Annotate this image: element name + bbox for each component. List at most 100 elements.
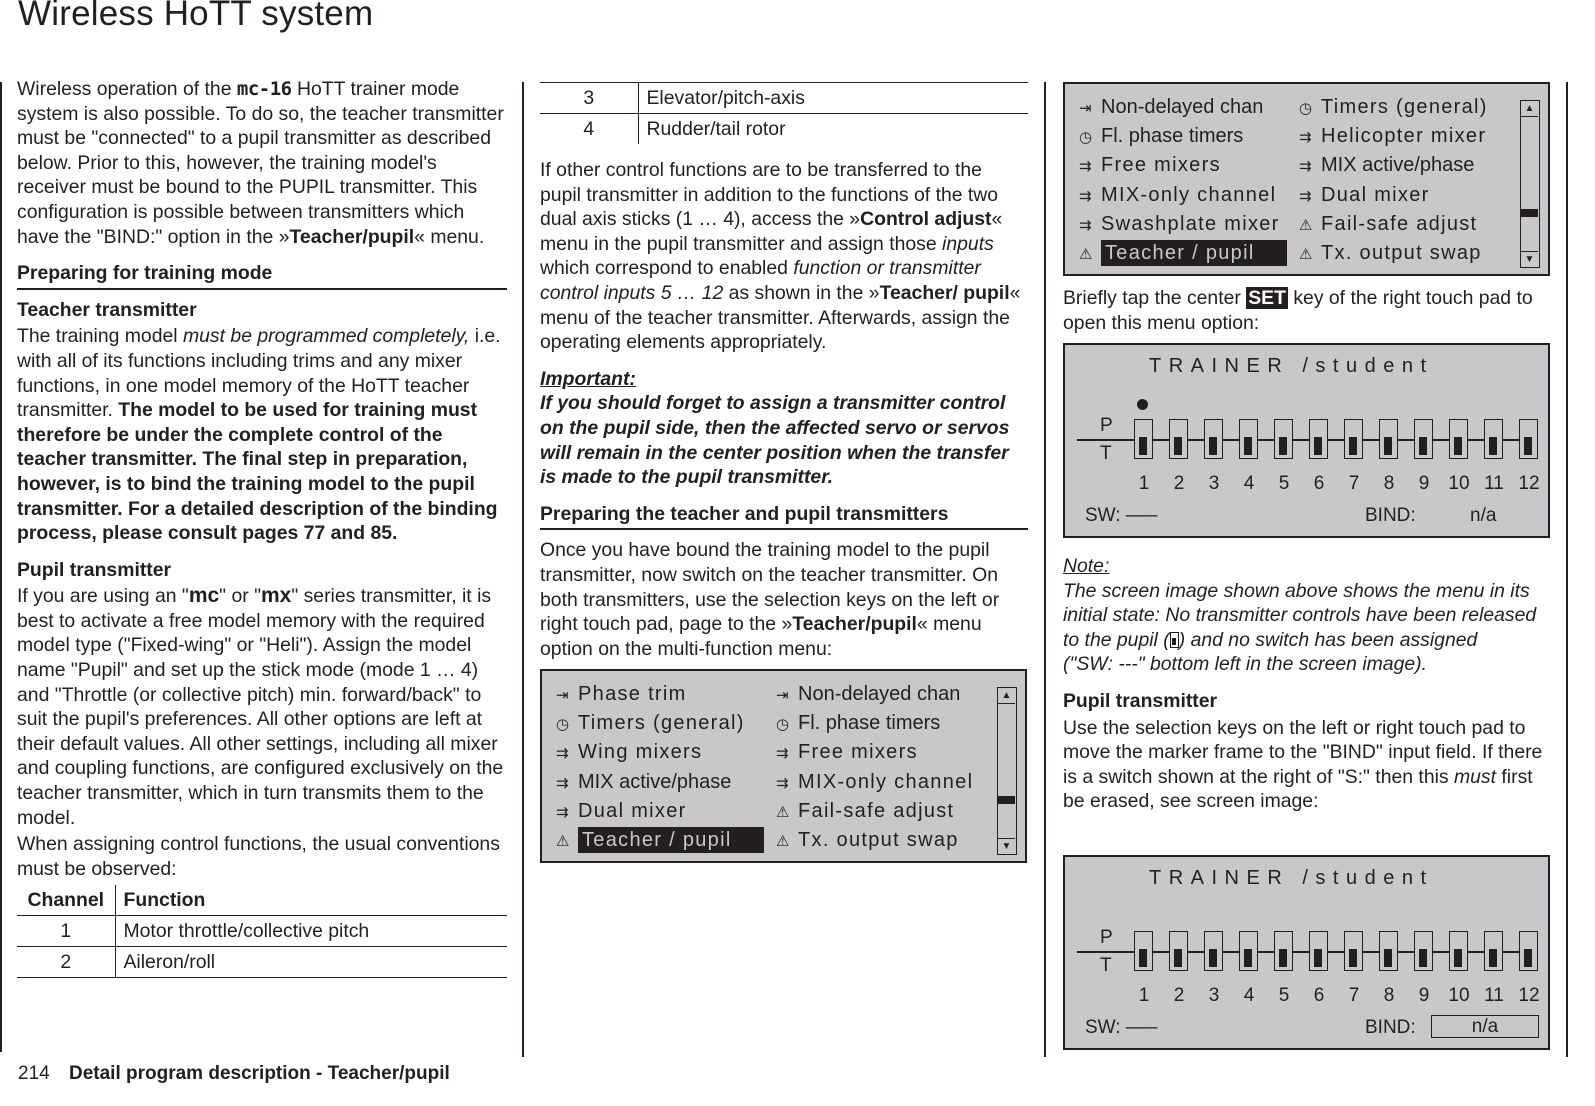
menu-item-label: Teacher / pupil [1101,240,1287,266]
menu-item-label: Teacher / pupil [578,827,764,853]
channel-switch[interactable] [1274,419,1293,459]
menu-item[interactable]: ⇥ Non-delayed chan [1079,94,1263,120]
column-divider [0,82,2,1052]
menu-item[interactable]: ⚠ Fail-safe adjust [1299,211,1477,237]
channel-switch[interactable] [1169,419,1188,459]
channel-switch[interactable] [1134,419,1153,459]
bind-label: BIND: [1365,505,1416,526]
mixer-icon: ⇉ [556,803,569,821]
menu-item[interactable]: ⇉ Free mixers [776,739,918,765]
menu-item[interactable]: ⇉ Helicopter mixer [1299,123,1486,149]
mixer-icon: ⇉ [556,745,569,763]
channel-number: 6 [1313,985,1325,1006]
menu-item-label: Fail-safe adjust [1321,212,1478,235]
menu-item[interactable]: ⇉ MIX active/phase [556,769,731,795]
scrollbar[interactable]: ▲ ▼ [997,687,1017,855]
menu-item[interactable]: ⚠ Tx. output swap [776,827,959,853]
lcd-trainer-screen: TRAINER /student P T 1 2 3 4 5 6 7 8 9 10 11 12 SW: –––… [1063,855,1550,1050]
mixer-icon: ⇉ [776,745,789,763]
footer-section: Detail program description - Teacher/pup… [68,1063,450,1084]
column-1: Wireless operation of the mc-16 HoTT tra… [17,77,507,979]
channel-switch[interactable] [1309,419,1328,459]
menu-item[interactable]: ⇉ MIX active/phase [1299,152,1474,178]
channel-switch[interactable] [1449,931,1468,971]
menu-item[interactable]: ⇉ Wing mixers [556,739,702,765]
channel-switch[interactable] [1379,419,1398,459]
table-header-row: Channel Function [17,885,507,916]
channel-switch[interactable] [1519,931,1538,971]
channel-switch[interactable] [1204,419,1223,459]
channel-number: 11 [1484,473,1504,494]
pupil-switch-icon [1169,631,1179,648]
switch-position-teacher [1279,949,1287,967]
scroll-thumb[interactable] [1521,209,1538,218]
switch-position-teacher [1349,437,1357,455]
menu-item[interactable]: ⚠ Fail-safe adjust [776,798,954,824]
scrollbar[interactable]: ▲ ▼ [1520,100,1540,268]
tap-set-paragraph: Briefly tap the center SET key of the ri… [1063,287,1533,334]
bind-field[interactable]: n/a [1470,505,1496,527]
channel-switch[interactable] [1134,931,1153,971]
channel-number: 6 [1313,473,1325,494]
channel-switch[interactable] [1519,419,1538,459]
menu-item[interactable]: ⇉ Dual mixer [556,798,687,824]
menu-item[interactable]: ⇉ Free mixers [1079,152,1221,178]
switch-position-teacher [1489,949,1497,967]
scroll-down-arrow-icon[interactable]: ▼ [998,838,1015,854]
channel-switch[interactable] [1239,419,1258,459]
channel-switch[interactable] [1344,931,1363,971]
channel-switch[interactable] [1379,931,1398,971]
menu-item-label: Tx. output swap [1321,242,1482,264]
menu-item-label: Timers (general) [578,712,745,735]
menu-item[interactable]: ◷ Timers (general) [1299,94,1488,120]
menu-item[interactable]: ⇉ Swashplate mixer [1079,211,1280,237]
scroll-down-arrow-icon[interactable]: ▼ [1521,251,1538,267]
scroll-thumb[interactable] [998,796,1015,805]
menu-item[interactable]: ⇉ MIX-only channel [1079,182,1276,208]
menu-item[interactable]: ⇥ Non-delayed chan [776,681,960,707]
pupil-row-label: P [1100,415,1113,436]
menu-item[interactable]: ⇉ Dual mixer [1299,182,1430,208]
sw-field[interactable]: SW: ––– [1085,505,1158,527]
channel-number: 4 [1243,985,1255,1006]
sw-label: SW: [1085,1017,1126,1038]
table-row: 1 Motor throttle/collective pitch [17,915,507,947]
menu-item[interactable]: ⚠ Teacher / pupil [556,827,764,853]
switch-position-teacher [1279,437,1287,455]
channel-switch[interactable] [1204,931,1223,971]
channel-switch[interactable] [1344,419,1363,459]
channel-switch[interactable] [1274,931,1293,971]
column-3-top: Briefly tap the center SET key of the ri… [1063,286,1553,345]
scroll-up-arrow-icon[interactable]: ▲ [998,688,1015,704]
sw-label: SW: [1085,505,1126,526]
channel-number: 8 [1383,985,1395,1006]
scroll-up-arrow-icon[interactable]: ▲ [1521,101,1538,117]
intro-paragraph: Wireless operation of the mc-16 HoTT tra… [17,78,504,248]
menu-item[interactable]: ◷ Timers (general) [556,710,745,736]
pupil-paragraph: If you are using an "mc" or "mx" series … [17,584,504,829]
channel-table: Channel Function 1 Motor throttle/collec… [17,885,507,979]
channel-switch[interactable] [1239,931,1258,971]
channel-switch[interactable] [1449,419,1468,459]
menu-item[interactable]: ⇉ MIX-only channel [776,769,973,795]
menu-item-label: Wing mixers [578,741,703,764]
channel-switch[interactable] [1414,931,1433,971]
channel-number: 1 [1138,473,1150,494]
channel-switch[interactable] [1484,419,1503,459]
menu-item[interactable]: ◷ Fl. phase timers [1079,123,1243,149]
bind-field[interactable]: n/a [1431,1015,1539,1038]
channel-switch[interactable] [1309,931,1328,971]
menu-item[interactable]: ⇥ Phase trim [556,681,687,707]
switch-position-teacher [1349,949,1357,967]
menu-item[interactable]: ⚠ Tx. output swap [1299,240,1482,266]
channel-switch[interactable] [1414,419,1433,459]
menu-item[interactable]: ⚠ Teacher / pupil [1079,240,1287,266]
menu-item[interactable]: ◷ Fl. phase timers [776,710,940,736]
sw-field[interactable]: SW: ––– [1085,1017,1158,1039]
mixer-icon: ⇉ [1079,158,1092,176]
menu-item-label: Fail-safe adjust [798,799,955,822]
cursor-marker-icon [1137,399,1148,410]
channel-switch[interactable] [1169,931,1188,971]
channel-switch[interactable] [1484,931,1503,971]
trim-icon: ⇥ [556,687,569,704]
